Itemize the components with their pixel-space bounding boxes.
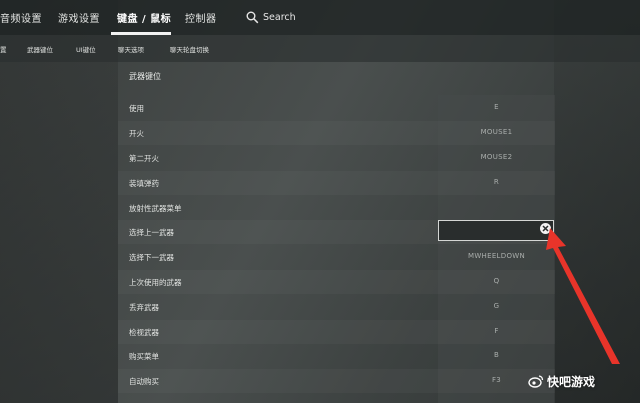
keybind-label: 购买菜单 — [129, 352, 159, 361]
keybind-row[interactable]: 检视武器 F — [118, 320, 555, 344]
keybind-row[interactable]: 丢弃武器 G — [118, 295, 555, 319]
keybind-row[interactable]: 第二开火 MOUSE2 — [118, 146, 555, 170]
keybind-row[interactable]: 自动购买 F3 — [118, 369, 555, 393]
keybind-row[interactable]: 购买菜单 B — [118, 344, 555, 368]
keybind-label: 放射性武器菜单 — [129, 204, 182, 213]
keybind-value[interactable]: Q — [438, 277, 555, 285]
keybind-label: 丢弃武器 — [129, 303, 159, 312]
keybind-value[interactable]: F — [438, 327, 555, 335]
tab-keyboard-mouse[interactable]: 键盘 / 鼠标 — [117, 10, 171, 26]
weibo-icon — [528, 375, 544, 388]
annotation-arrow — [546, 228, 620, 364]
keybind-label: 选择上一武器 — [129, 228, 174, 237]
keybind-label: 装填弹药 — [129, 179, 159, 188]
keybind-value[interactable]: R — [438, 178, 555, 186]
subtab-chat-options[interactable]: 聊天选项 — [118, 44, 144, 54]
subtab-chat-wheel[interactable]: 聊天轮盘切换 — [170, 44, 209, 54]
keybind-value[interactable]: B — [438, 351, 555, 359]
keybind-value[interactable]: E — [438, 103, 555, 111]
search-button[interactable]: Search — [246, 9, 296, 25]
keybind-label: 上次使用的武器 — [129, 278, 182, 287]
subtab-settings[interactable]: 置 — [0, 44, 7, 54]
keybind-edit-field[interactable] — [438, 220, 554, 241]
tab-audio[interactable]: 音频设置 — [0, 10, 42, 26]
tab-game[interactable]: 游戏设置 — [58, 10, 100, 26]
keybind-row[interactable]: 放射性武器菜单 — [118, 196, 555, 220]
search-label: Search — [263, 11, 296, 23]
keybind-label: 自动购买 — [129, 377, 159, 386]
watermark-text: 快吧游戏 — [547, 374, 596, 389]
keybind-label: 第二开火 — [129, 154, 159, 163]
keybind-label: 开火 — [129, 129, 144, 138]
keybind-row[interactable]: 使用 E — [118, 96, 555, 120]
sub-nav: 置 武器键位 UI键位 聊天选项 聊天轮盘切换 — [0, 35, 640, 62]
top-nav: 音频设置 游戏设置 键盘 / 鼠标 控制器 Search — [0, 0, 640, 35]
subtab-ui-keys[interactable]: UI键位 — [76, 44, 96, 54]
keybind-label: 检视武器 — [129, 328, 159, 337]
keybind-row[interactable]: 选择下一武器 MWHEELDOWN — [118, 245, 555, 269]
section-title: 武器键位 — [129, 72, 161, 81]
keybind-value[interactable]: G — [438, 302, 555, 310]
keybind-value[interactable]: MWHEELDOWN — [438, 252, 555, 260]
keybind-row[interactable]: 开火 MOUSE1 — [118, 121, 555, 145]
subtab-weapon-keys[interactable]: 武器键位 — [27, 44, 53, 54]
search-icon — [246, 11, 259, 23]
keybind-label: 使用 — [129, 104, 144, 113]
keybind-value[interactable]: MOUSE1 — [438, 128, 555, 136]
watermark: 快吧游戏 — [528, 372, 595, 390]
keybind-label: 选择下一武器 — [129, 253, 174, 262]
keybind-value[interactable]: MOUSE2 — [438, 153, 555, 161]
keybind-row[interactable]: 装填弹药 R — [118, 171, 555, 195]
tab-controller[interactable]: 控制器 — [185, 10, 217, 26]
keybind-row[interactable]: 上次使用的武器 Q — [118, 270, 555, 294]
